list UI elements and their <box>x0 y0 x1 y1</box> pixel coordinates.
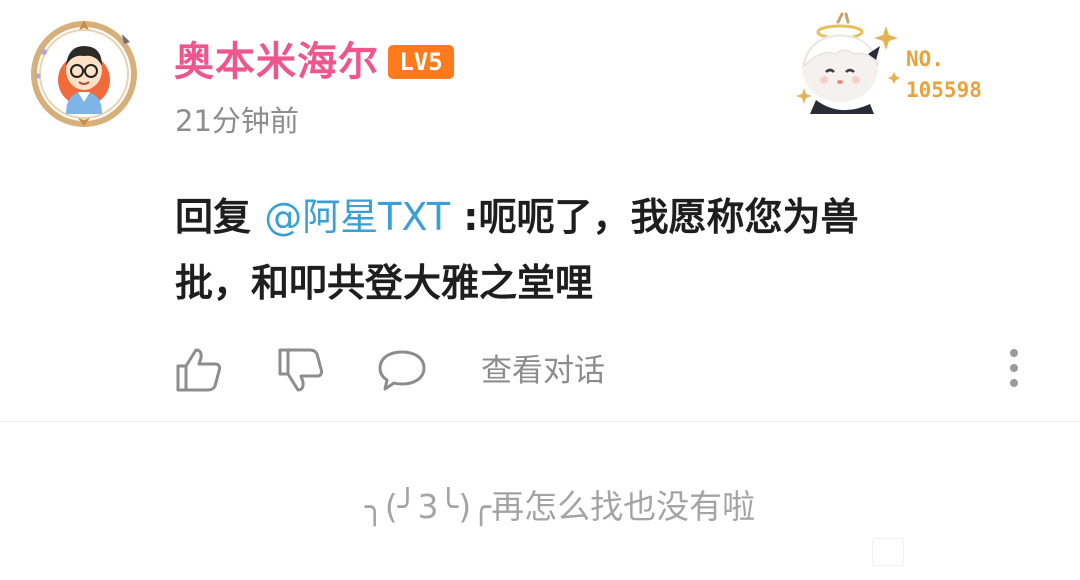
end-of-list-message: ╮(╯3╰)╭再怎么找也没有啦 <box>364 487 756 526</box>
level-badge: LV5 <box>388 45 454 79</box>
vertical-ellipsis-icon[interactable] <box>1000 346 1028 392</box>
comment-body-2: 批，和叩共登大雅之堂哩 <box>175 261 594 305</box>
comment-line-2: 批，和叩共登大雅之堂哩 <box>175 250 995 316</box>
view-conversation-button[interactable]: 查看对话 <box>481 350 605 392</box>
user-avatar[interactable] <box>26 14 142 130</box>
timestamp: 21分钟前 <box>175 104 299 138</box>
comment-text: 回复 @阿星TXT :呃呃了，我愿称您为兽 批，和叩共登大雅之堂哩 <box>175 184 995 316</box>
comment-body-1: :呃呃了，我愿称您为兽 <box>463 195 859 239</box>
watermark-icon <box>872 538 904 566</box>
divider <box>0 421 1080 422</box>
comment-line-1: 回复 @阿星TXT :呃呃了，我愿称您为兽 <box>175 184 995 250</box>
fan-number: 105598 <box>906 78 982 102</box>
mention-link[interactable]: @阿星TXT <box>264 195 450 239</box>
comment-page: 奥本米海尔 LV5 21分钟前 NO. 105598 回复 @阿星TXT:呃呃… <box>0 0 1080 580</box>
speech-bubble-icon[interactable] <box>376 346 428 394</box>
thumbs-up-icon[interactable] <box>174 346 224 394</box>
fan-number-label: NO. <box>906 47 944 71</box>
reply-prefix: 回复 <box>175 195 252 239</box>
thumbs-down-icon[interactable] <box>276 346 326 394</box>
username[interactable]: 奥本米海尔 <box>174 38 379 86</box>
